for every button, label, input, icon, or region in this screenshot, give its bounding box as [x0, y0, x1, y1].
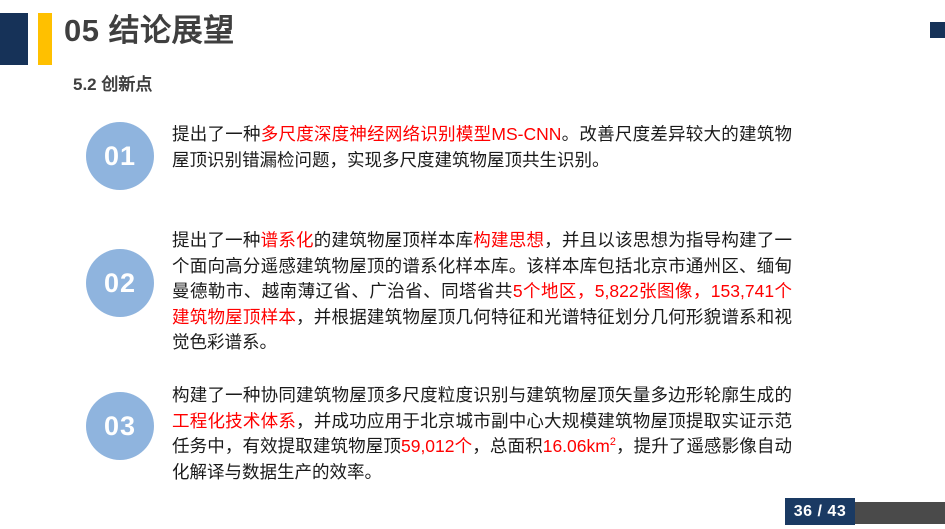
bullet-body-text: 提出了一种谱系化的建筑物屋顶样本库构建思想，并且以该思想为指导构建了一个面向高分…	[172, 228, 792, 356]
bullet-body-text: 提出了一种多尺度深度神经网络识别模型MS-CNN。改善尺度差异较大的建筑物屋顶识…	[172, 122, 792, 173]
highlighted-text-run: 多尺度深度神经网络识别模型MS-CNN	[260, 124, 562, 144]
footer-gray-bar	[843, 502, 945, 524]
highlighted-text-run: 16.06km	[542, 436, 610, 456]
text-run: 提出了一种	[172, 230, 261, 250]
bullet-item-02: 02 提出了一种谱系化的建筑物屋顶样本库构建思想，并且以该思想为指导构建了一个面…	[86, 228, 792, 356]
bullet-item-03: 03 构建了一种协同建筑物屋顶多尺度粒度识别与建筑物屋顶矢量多边形轮廓生成的工程…	[86, 383, 792, 485]
bullet-number-badge: 01	[86, 122, 154, 190]
bullet-body-text: 构建了一种协同建筑物屋顶多尺度粒度识别与建筑物屋顶矢量多边形轮廓生成的工程化技术…	[172, 383, 792, 485]
bullet-number-badge: 02	[86, 249, 154, 317]
page-subtitle: 5.2 创新点	[73, 75, 153, 94]
slide-canvas: 05 结论展望 5.2 创新点 01 提出了一种多尺度深度神经网络识别模型MS-…	[0, 0, 945, 529]
text-run: 提出了一种	[172, 124, 261, 144]
highlighted-text-run: 谱系化	[260, 230, 314, 250]
bullet-item-01: 01 提出了一种多尺度深度神经网络识别模型MS-CNN。改善尺度差异较大的建筑物…	[86, 122, 792, 190]
highlighted-text-run: 59,012个	[400, 436, 473, 456]
header-navy-block	[0, 13, 28, 65]
header-yellow-bar	[38, 13, 52, 65]
text-run: ，总面积	[472, 436, 543, 456]
text-run: 的建筑物屋顶样本库	[313, 230, 474, 250]
top-right-navy-marker	[930, 22, 945, 38]
text-run: 构建了一种协同建筑物屋顶多尺度粒度识别与建筑物屋顶矢量多边形轮廓生成的	[172, 385, 792, 405]
page-number-badge: 36 / 43	[785, 498, 855, 525]
highlighted-text-run: 构建思想	[473, 230, 545, 250]
page-title: 05 结论展望	[64, 13, 235, 48]
bullet-number-badge: 03	[86, 392, 154, 460]
highlighted-text-run: 工程化技术体系	[172, 410, 297, 431]
